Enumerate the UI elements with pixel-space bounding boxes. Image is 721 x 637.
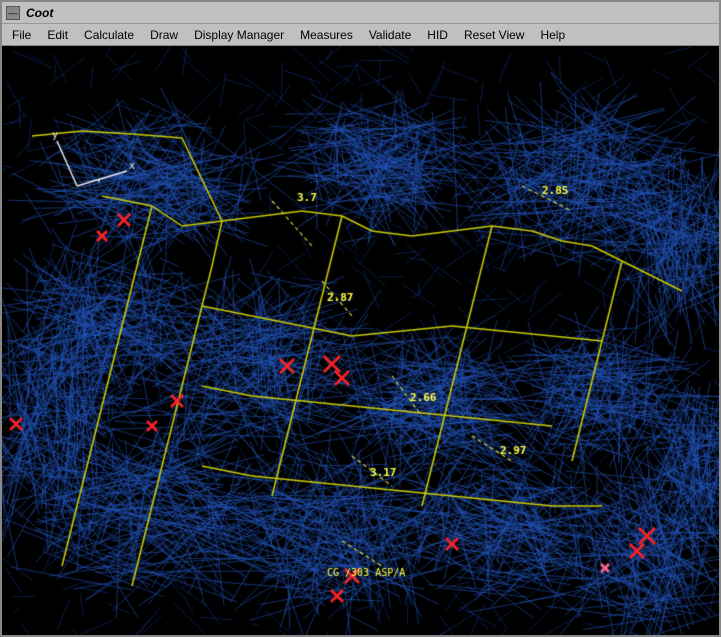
3d-viewport[interactable] (2, 46, 719, 635)
menu-bar: File Edit Calculate Draw Display Manager… (2, 24, 719, 46)
window-control-icon[interactable]: — (6, 6, 20, 20)
menu-hid[interactable]: HID (419, 24, 456, 45)
app-window: — Coot File Edit Calculate Draw Display … (0, 0, 721, 637)
scene-canvas (2, 46, 719, 635)
menu-validate[interactable]: Validate (361, 24, 419, 45)
menu-reset-view[interactable]: Reset View (456, 24, 532, 45)
menu-calculate[interactable]: Calculate (76, 24, 142, 45)
menu-display-manager[interactable]: Display Manager (186, 24, 292, 45)
window-title: Coot (26, 6, 53, 20)
minimize-icon: — (9, 8, 18, 18)
menu-file[interactable]: File (4, 24, 39, 45)
menu-edit[interactable]: Edit (39, 24, 76, 45)
title-bar: — Coot (2, 2, 719, 24)
menu-measures[interactable]: Measures (292, 24, 361, 45)
menu-help[interactable]: Help (532, 24, 573, 45)
menu-draw[interactable]: Draw (142, 24, 186, 45)
